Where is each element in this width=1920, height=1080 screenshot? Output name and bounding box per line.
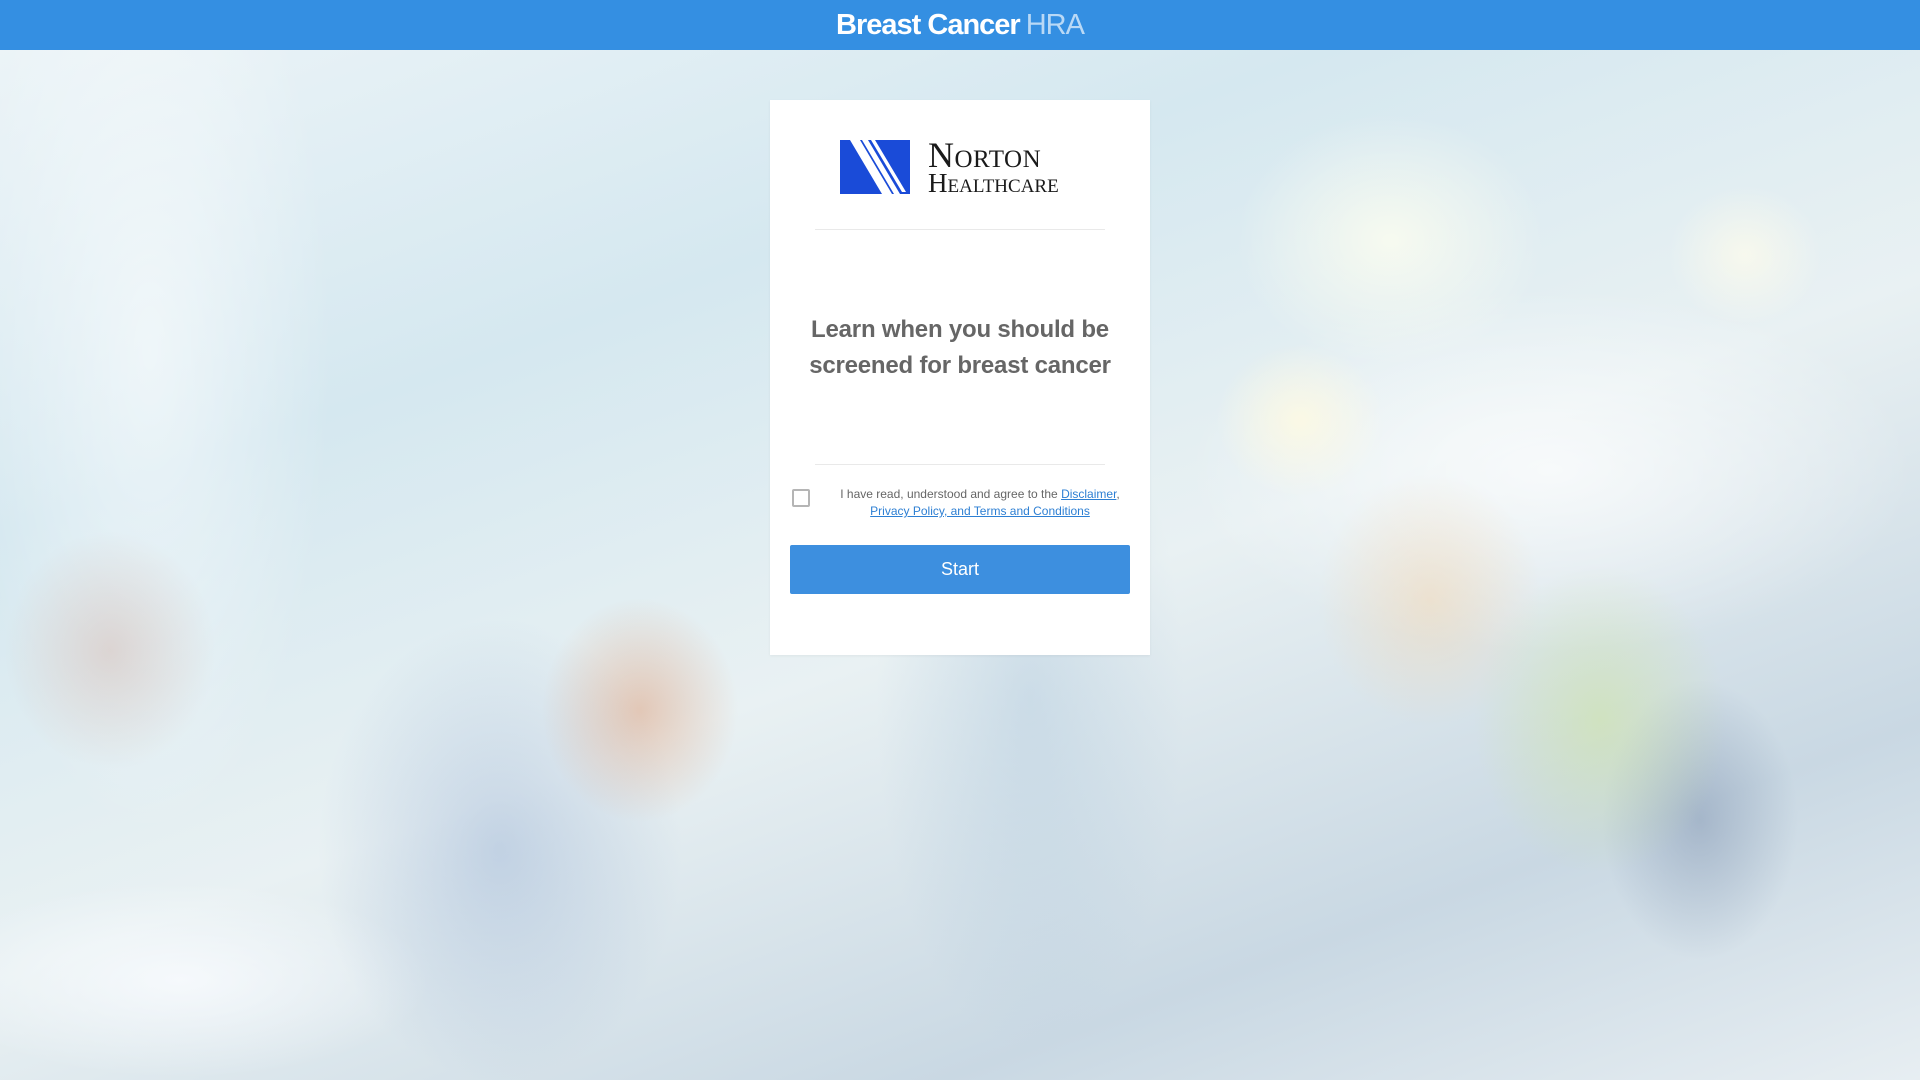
app-title: Breast Cancer HRA (836, 0, 1085, 50)
top-divider (815, 229, 1105, 230)
agreement-row: I have read, understood and agree to the… (790, 486, 1130, 526)
agreement-separator: , (1116, 487, 1120, 501)
top-header-bar: Breast Cancer HRA (0, 0, 1920, 50)
agreement-prefix: I have read, understood and agree to the (840, 487, 1062, 501)
welcome-card: Norton Healthcare Learn when you should … (770, 100, 1150, 655)
bottom-divider (815, 464, 1105, 465)
app-title-suffix: HRA (1025, 9, 1085, 41)
agree-checkbox[interactable] (792, 489, 810, 507)
logo-line-healthcare: Healthcare (928, 168, 1059, 198)
norton-n-logo-icon (840, 140, 910, 194)
disclaimer-link[interactable]: Disclaimer (1061, 487, 1116, 501)
norton-healthcare-logo: Norton Healthcare (840, 137, 1085, 197)
privacy-terms-link[interactable]: Privacy Policy, and Terms and Conditions (870, 504, 1090, 518)
card-headline: Learn when you should be screened for br… (809, 316, 1111, 379)
start-button[interactable]: Start (790, 545, 1130, 594)
agreement-text: I have read, understood and agree to the… (840, 486, 1120, 520)
app-title-main: Breast Cancer (836, 9, 1021, 41)
logo-line-norton: Norton (928, 135, 1042, 175)
logo-wordmark: Norton Healthcare (928, 137, 1059, 197)
